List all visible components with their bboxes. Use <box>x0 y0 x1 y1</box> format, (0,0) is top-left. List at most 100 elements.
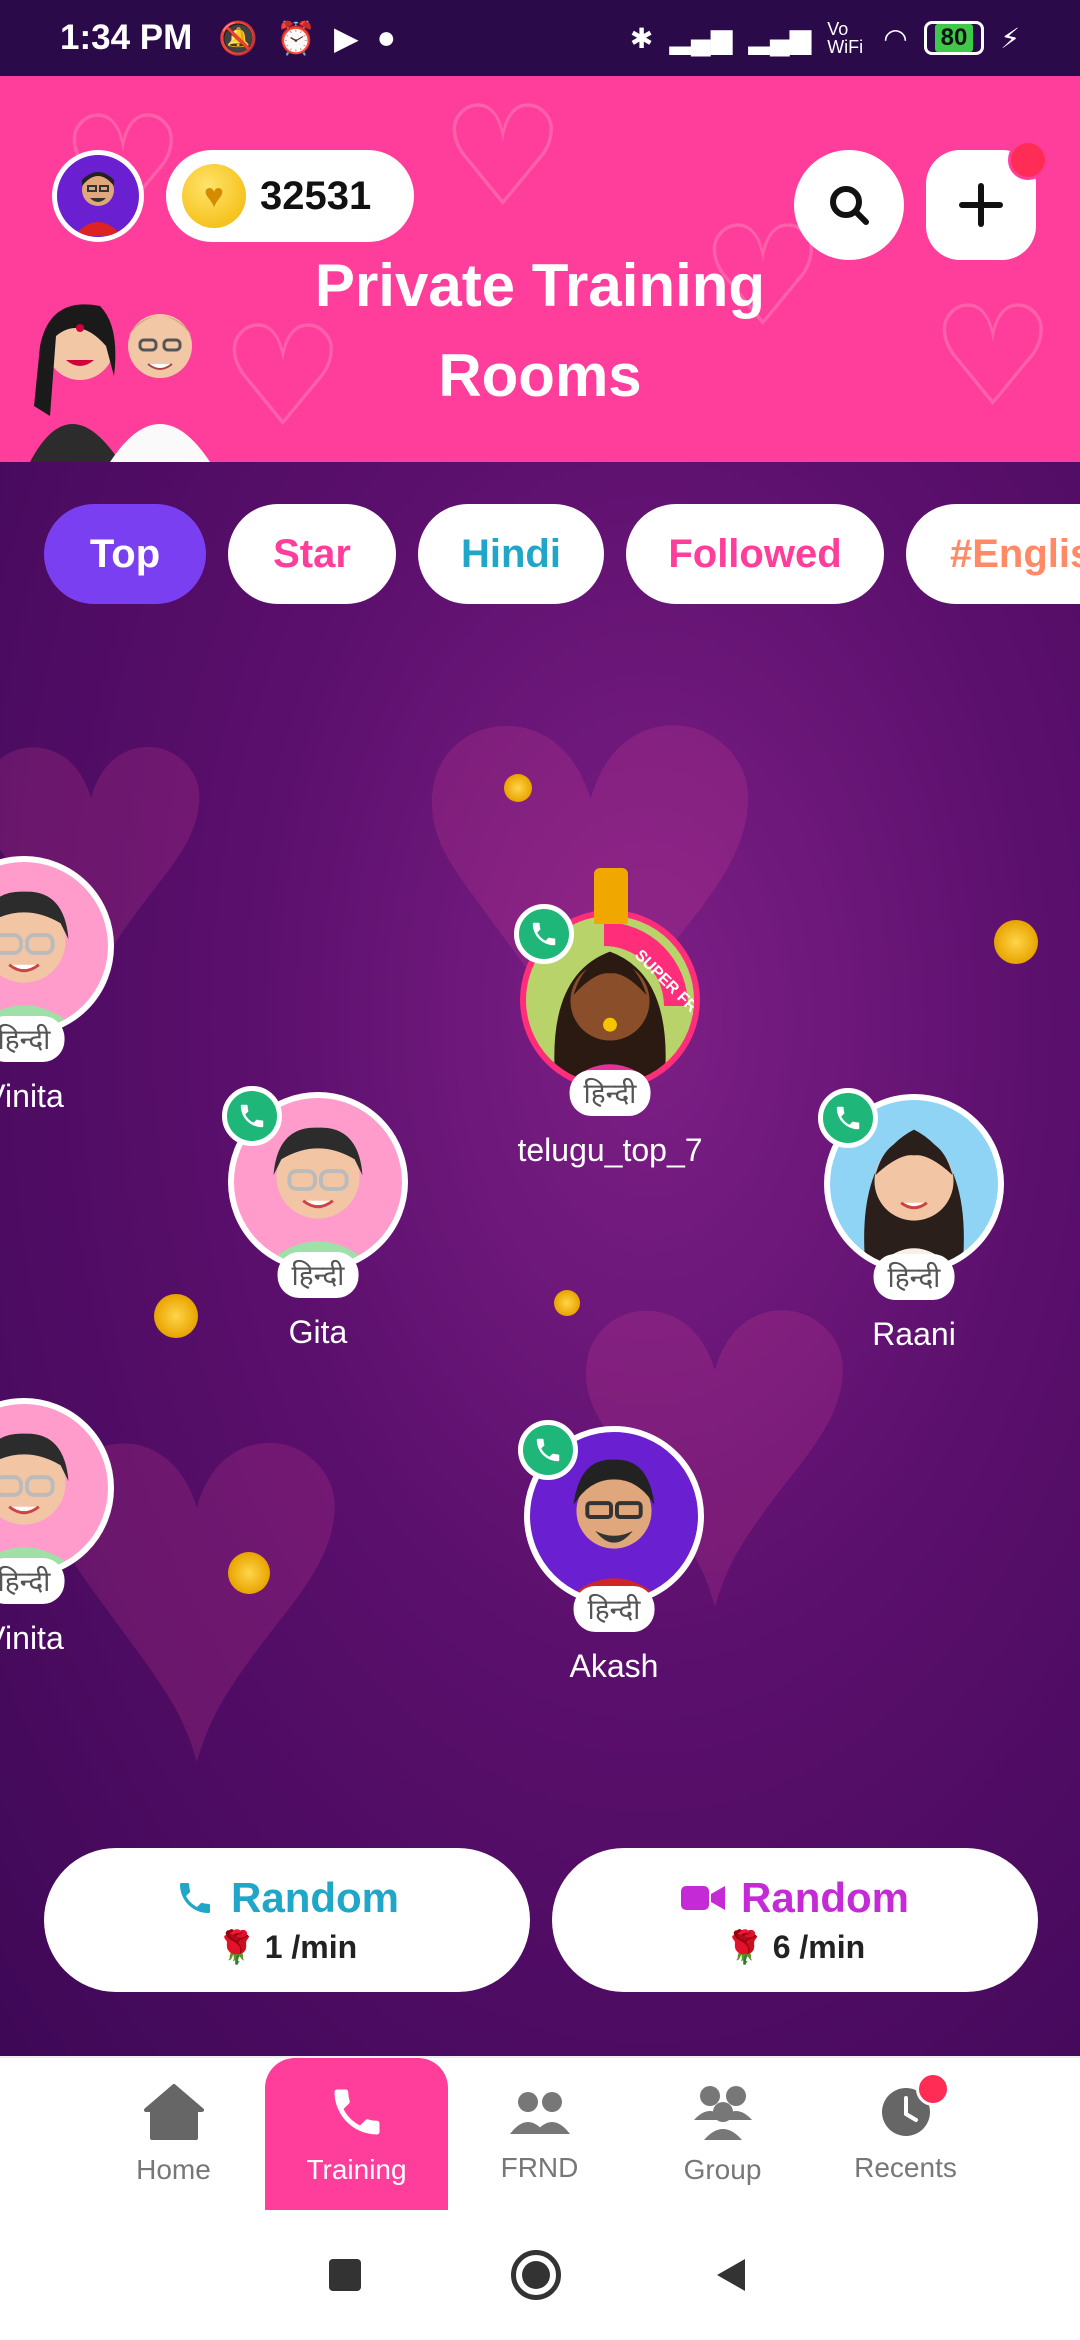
nav-frnd-label: FRND <box>500 2152 579 2183</box>
crown-icon <box>594 868 628 924</box>
nav-training[interactable]: Training <box>265 2058 448 2210</box>
back-triangle-icon[interactable] <box>711 2255 751 2295</box>
nav-recents[interactable]: Recents <box>814 2058 997 2210</box>
bluetooth-icon: ✱ <box>629 22 654 54</box>
profile-name: Vinita <box>0 1620 64 1656</box>
profile-card[interactable]: हिन्दी Raani <box>818 1088 1004 1352</box>
home-circle-icon[interactable] <box>511 2250 561 2300</box>
plus-icon <box>959 183 1003 227</box>
charging-icon: ⚡ <box>1000 22 1020 54</box>
nav-home[interactable]: Home <box>82 2058 265 2210</box>
alarm-icon: ⏰ <box>276 20 316 56</box>
tab-hindi[interactable]: Hindi <box>418 504 604 604</box>
nav-frnd[interactable]: FRND <box>448 2058 631 2210</box>
bokeh-light <box>554 1290 580 1316</box>
language-badge: हिन्दी <box>569 1070 651 1116</box>
profile-card-super[interactable]: SUPER FRND हिन्दी telugu_top_7 <box>514 868 703 1168</box>
profile-card[interactable]: हिन्दी Vinita <box>0 1398 114 1656</box>
battery-icon: 80 <box>923 21 985 55</box>
tab-english-label: #Englis <box>950 531 1080 576</box>
call-badge <box>514 904 574 964</box>
language-badge: हिन्दी <box>873 1254 955 1300</box>
profile-name: telugu_top_7 <box>517 1132 703 1168</box>
recents-square-icon[interactable] <box>329 2259 361 2291</box>
couple-illustration <box>30 304 210 462</box>
phone-icon <box>532 922 556 946</box>
video-camera-icon <box>681 1886 725 1910</box>
phone-icon <box>334 2089 379 2135</box>
language-badge: हिन्दी <box>0 1558 65 1604</box>
tab-top[interactable]: Top <box>44 504 206 604</box>
bokeh-light <box>154 1294 198 1338</box>
signal-icon-2: ▂▄▆ <box>748 22 812 54</box>
random-audio-price: 1 /min <box>264 1928 358 1965</box>
category-tabs: Top Star Hindi Followed #Englis <box>44 504 1080 604</box>
page-title: Private Training Rooms <box>270 241 810 421</box>
bokeh-light <box>504 774 532 802</box>
signal-icon: ▂▄▆ <box>669 22 733 54</box>
status-system-icons: ✱ ▂▄▆ ▂▄▆ Vo WiFi ◠ 80 ⚡ <box>630 20 1020 56</box>
avatar <box>0 856 114 1036</box>
search-button[interactable] <box>794 150 904 260</box>
call-badge <box>518 1420 578 1480</box>
wifi-label: Vo WiFi <box>827 19 864 57</box>
coin-count: 32531 <box>260 173 372 218</box>
heart-decoration-icon: ♡ <box>440 78 566 235</box>
coin-balance[interactable]: ♥ 32531 <box>166 150 414 242</box>
phone-icon <box>536 1438 560 1462</box>
call-badge <box>222 1086 282 1146</box>
phone-icon <box>240 1104 264 1128</box>
header: ♡ ♡ ♡ ♡ ♡ ♥ 32531 Private Training Rooms <box>0 76 1080 462</box>
avatar-girl-glasses-icon <box>0 891 79 1030</box>
page-title-line1: Private Training <box>314 252 766 319</box>
profile-name: Vinita <box>0 1078 64 1114</box>
battery-level: 80 <box>934 24 974 52</box>
rose-icon: 🌹 <box>216 1929 257 1965</box>
bokeh-light <box>994 920 1038 964</box>
page-title-line2: Rooms <box>438 342 642 409</box>
tab-followed[interactable]: Followed <box>626 504 884 604</box>
tab-followed-label: Followed <box>668 531 842 576</box>
language-badge: हिन्दी <box>573 1586 655 1632</box>
nav-group[interactable]: Group <box>631 2058 814 2210</box>
tab-star-label: Star <box>273 531 351 576</box>
notification-dot <box>916 2072 950 2106</box>
status-time: 1:34 PM <box>60 18 193 57</box>
random-audio-label: Random <box>231 1874 399 1921</box>
profile-name: Akash <box>569 1648 659 1684</box>
heart-decoration-icon: ♡ <box>930 278 1056 435</box>
avatar <box>0 1398 114 1578</box>
tab-star[interactable]: Star <box>228 504 396 604</box>
status-notification-icons: 🔕 ⏰ ▶ ● <box>218 19 396 57</box>
main-area: ♥ ♥ ♥ ♥ Top Star Hindi Followed #Englis … <box>0 462 1080 2056</box>
profile-name: Gita <box>288 1314 348 1350</box>
phone-icon <box>180 1883 210 1913</box>
tab-top-label: Top <box>89 531 161 576</box>
bottom-nav: Home Training FRND Group Recents <box>0 2056 1080 2210</box>
tab-english[interactable]: #Englis <box>906 504 1080 604</box>
random-video-label: Random <box>741 1874 909 1921</box>
wifi-icon: ◠ <box>883 22 908 54</box>
friends-icon <box>509 2092 570 2134</box>
profile-card[interactable]: हिन्दी Gita <box>222 1086 408 1350</box>
app-notification-icon: ● <box>376 19 396 55</box>
random-audio-call-button[interactable]: Random 🌹 1 /min <box>44 1848 530 1992</box>
youtube-icon: ▶ <box>333 20 359 56</box>
nav-home-label: Home <box>136 2154 211 2185</box>
nav-training-label: Training <box>306 2154 407 2185</box>
phone-icon <box>836 1106 860 1130</box>
tab-hindi-label: Hindi <box>461 531 561 576</box>
my-avatar[interactable] <box>52 150 144 242</box>
call-badge <box>818 1088 878 1148</box>
status-bar: 1:34 PM 🔕 ⏰ ▶ ● ✱ ▂▄▆ ▂▄▆ Vo WiFi ◠ 80 ⚡ <box>0 0 1080 76</box>
notification-dot <box>1008 140 1048 180</box>
nav-group-label: Group <box>683 2154 762 2185</box>
random-video-call-button[interactable]: Random 🌹 6 /min <box>552 1848 1038 1992</box>
group-icon <box>693 2086 752 2140</box>
profile-card[interactable]: हिन्दी Akash <box>518 1420 704 1684</box>
avatar-man-icon <box>74 172 122 236</box>
rose-icon: 🌹 <box>724 1929 765 1965</box>
system-nav-bar <box>0 2210 1080 2340</box>
profile-card[interactable]: हिन्दी Vinita <box>0 856 114 1114</box>
search-icon <box>830 186 869 225</box>
